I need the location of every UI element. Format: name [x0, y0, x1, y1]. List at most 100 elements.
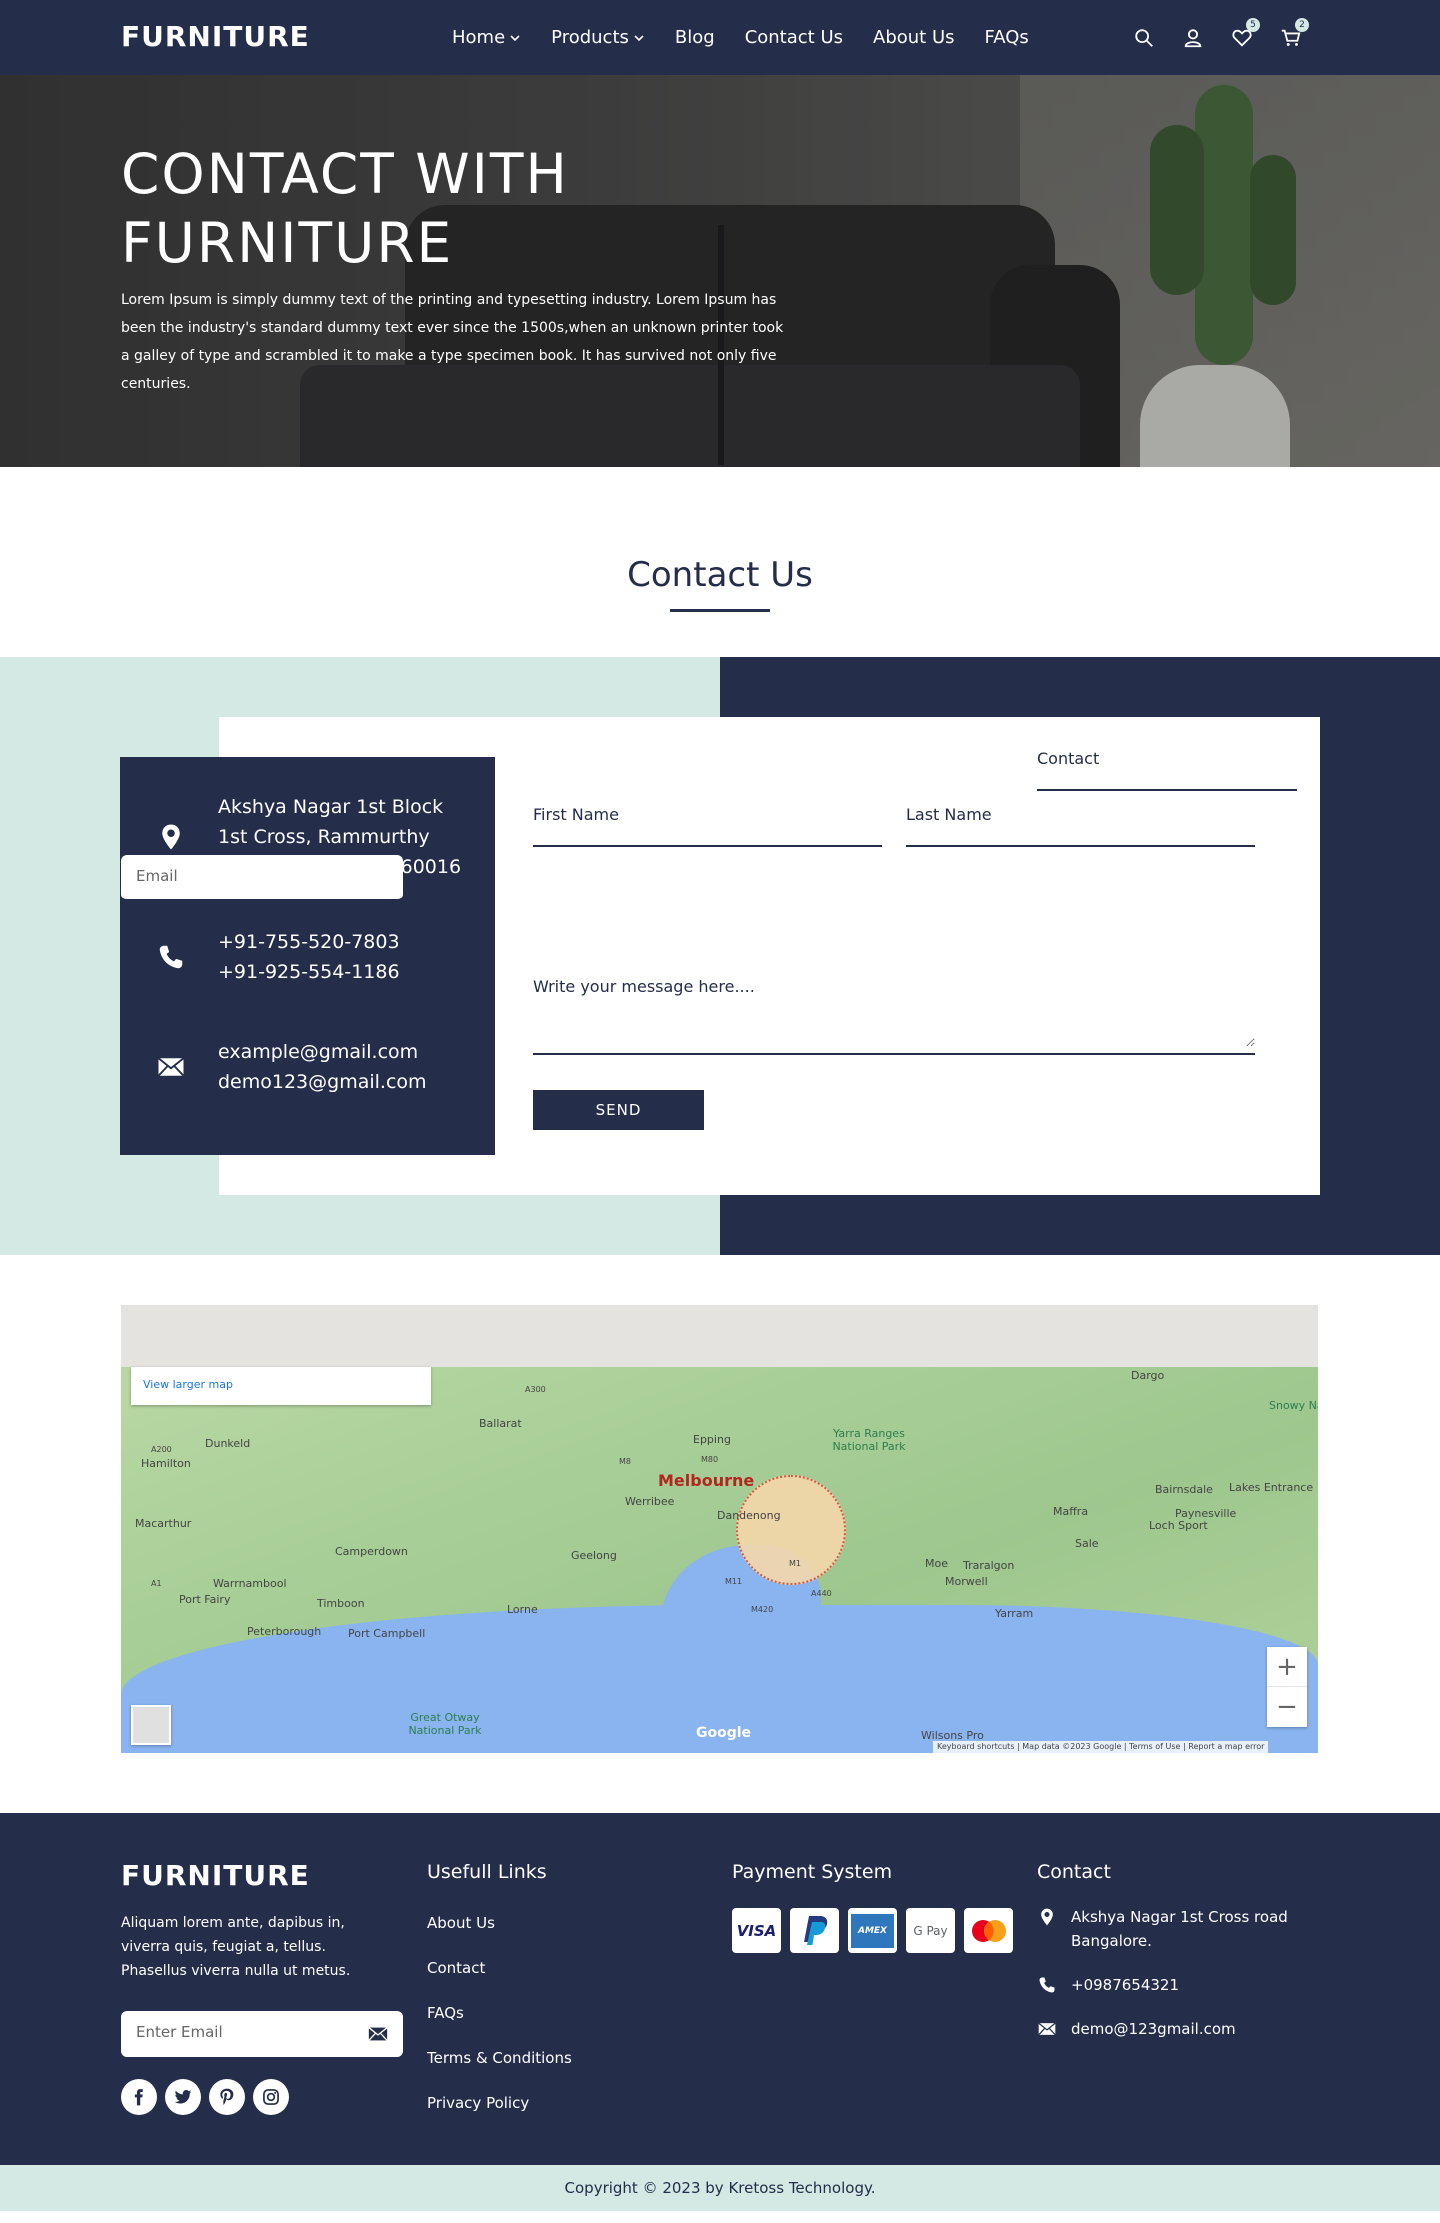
map-road-label: M80: [701, 1455, 719, 1464]
twitter-icon[interactable]: [165, 2079, 201, 2115]
chevron-down-icon: [634, 34, 644, 41]
footer-link-about-us[interactable]: About Us: [427, 1913, 572, 1933]
nav-products[interactable]: Products: [551, 27, 645, 48]
map-label: Lakes Entrance: [1229, 1481, 1314, 1494]
title-underline: [670, 609, 770, 612]
map-attribution: Keyboard shortcuts | Map data ©2023 Goog…: [933, 1741, 1269, 1753]
main-nav: Home Products Blog Contact Us About Us F…: [452, 0, 1059, 75]
page-title: Contact Us: [627, 555, 813, 595]
map-road-label: A1: [151, 1579, 162, 1588]
mail-send-icon[interactable]: [367, 2023, 389, 2045]
wishlist-heart-icon[interactable]: 5: [1226, 18, 1260, 54]
newsletter-email-input[interactable]: [136, 2023, 346, 2041]
map-label: Port Campbell: [348, 1627, 426, 1640]
mastercard-icon: [964, 1908, 1013, 1953]
map-city-area: [736, 1475, 846, 1585]
nav-about-us[interactable]: About Us: [873, 27, 955, 48]
phone-number[interactable]: +91-925-554-1186: [218, 957, 495, 987]
location-pin-icon: [156, 822, 186, 852]
location-pin-icon: [1041, 1908, 1053, 1926]
view-larger-map-link[interactable]: View larger map: [131, 1367, 431, 1405]
footer-phone-text[interactable]: +0987654321: [1071, 1976, 1179, 1994]
map-label-park: Snowy Nationa: [1269, 1399, 1318, 1412]
google-pay-text: G Pay: [913, 1923, 948, 1938]
footer-contact-list: Akshya Nagar 1st Cross road Bangalore. +…: [1037, 1905, 1297, 2038]
header-actions: 5 2: [1128, 18, 1324, 54]
chevron-down-icon: [510, 34, 520, 41]
footer-email: demo@123gmail.com: [1037, 2017, 1297, 2041]
paypal-icon: [790, 1908, 839, 1953]
map-label-city: Melbourne: [658, 1471, 755, 1490]
search-icon[interactable]: [1128, 22, 1160, 54]
map-label: Macarthur: [135, 1517, 192, 1530]
address-line: Akshya Nagar 1st Block: [218, 796, 444, 818]
wishlist-count-badge: 5: [1246, 18, 1260, 32]
map-label: Yarram: [995, 1607, 1034, 1620]
contact-section: Akshya Nagar 1st Block 1st Cross, Rammur…: [0, 657, 1440, 1255]
nav-faqs[interactable]: FAQs: [985, 27, 1029, 48]
footer-contact-title: Contact: [1037, 1861, 1111, 1883]
footer-email-text[interactable]: demo@123gmail.com: [1071, 2020, 1236, 2038]
copyright-bar: Copyright © 2023 by Kretoss Technology.: [0, 2165, 1440, 2211]
map-label: Warrnambool: [213, 1577, 287, 1590]
message-textarea[interactable]: [533, 977, 1255, 1047]
facebook-icon[interactable]: [121, 2079, 157, 2115]
map-keyboard-shortcuts-link[interactable]: Keyboard shortcuts: [937, 1742, 1014, 1751]
useful-links-list: About Us Contact FAQs Terms & Conditions…: [427, 1913, 572, 2138]
footer-address-text: Akshya Nagar 1st Cross road Bangalore.: [1071, 1908, 1288, 1950]
map-label-park: Yarra Ranges National Park: [832, 1427, 906, 1453]
map-road-label: M11: [725, 1577, 743, 1586]
map-label: Traralgon: [963, 1559, 1015, 1572]
map-zoom-controls: + −: [1267, 1647, 1307, 1727]
nav-contact-us[interactable]: Contact Us: [745, 27, 843, 48]
embedded-map[interactable]: Melbourne Ballarat Dunkeld Hamilton Maca…: [121, 1305, 1318, 1753]
site-logo[interactable]: FURNITURE: [121, 20, 310, 54]
phone-number[interactable]: +91-755-520-7803: [218, 927, 495, 957]
zoom-out-button[interactable]: −: [1267, 1687, 1307, 1727]
map-label: Camperdown: [335, 1545, 408, 1558]
street-view-pegman[interactable]: [131, 1705, 171, 1745]
map-report-error-link[interactable]: Report a map error: [1188, 1742, 1264, 1751]
site-footer: FURNITURE Aliquam lorem ante, dapibus in…: [0, 1813, 1440, 2165]
footer-link-faqs[interactable]: FAQs: [427, 2003, 572, 2023]
map-label: Peterborough: [247, 1625, 322, 1638]
map-road-label: A200: [151, 1445, 172, 1454]
footer-phone: +0987654321: [1037, 1973, 1297, 1997]
contact-field: [1037, 749, 1297, 791]
mail-icon: [156, 1052, 186, 1082]
hero-description: Lorem Ipsum is simply dummy text of the …: [121, 292, 784, 392]
map-data-text: Map data ©2023 Google: [1022, 1742, 1122, 1751]
site-header: FURNITURE Home Products Blog Contact Us …: [0, 0, 1440, 75]
contact-info-card: Akshya Nagar 1st Block 1st Cross, Rammur…: [120, 757, 495, 1155]
nav-blog[interactable]: Blog: [675, 27, 715, 48]
first-name-input[interactable]: [533, 805, 882, 824]
last-name-input[interactable]: [906, 805, 1255, 824]
map-label: Morwell: [945, 1575, 988, 1588]
pinterest-icon[interactable]: [209, 2079, 245, 2115]
email-field: [121, 855, 403, 901]
nav-home[interactable]: Home: [452, 27, 521, 48]
google-logo: Google: [696, 1725, 752, 1741]
map-label: Port Fairy: [179, 1593, 231, 1606]
footer-address: Akshya Nagar 1st Cross road Bangalore.: [1037, 1905, 1297, 1953]
email-address[interactable]: demo123@gmail.com: [218, 1067, 495, 1097]
payment-methods: VISA AMEX G Pay: [732, 1908, 1022, 1953]
footer-link-contact[interactable]: Contact: [427, 1958, 572, 1978]
footer-link-privacy[interactable]: Privacy Policy: [427, 2093, 572, 2113]
email-address[interactable]: example@gmail.com: [218, 1037, 495, 1067]
footer-link-terms[interactable]: Terms & Conditions: [427, 2048, 572, 2068]
zoom-in-button[interactable]: +: [1267, 1647, 1307, 1687]
footer-logo[interactable]: FURNITURE: [121, 1859, 310, 1892]
map-terms-link[interactable]: Terms of Use: [1129, 1742, 1180, 1751]
user-icon[interactable]: [1177, 22, 1209, 54]
map-road-label: M420: [751, 1605, 774, 1614]
google-pay-icon: G Pay: [906, 1908, 955, 1953]
email-input[interactable]: [136, 867, 346, 885]
nav-products-label: Products: [551, 27, 629, 48]
send-button[interactable]: SEND: [533, 1090, 704, 1130]
cart-icon[interactable]: 2: [1275, 18, 1309, 54]
map-label: Maffra: [1053, 1505, 1089, 1518]
map-label: Epping: [693, 1433, 731, 1446]
instagram-icon[interactable]: [253, 2079, 289, 2115]
contact-input[interactable]: [1037, 749, 1297, 768]
